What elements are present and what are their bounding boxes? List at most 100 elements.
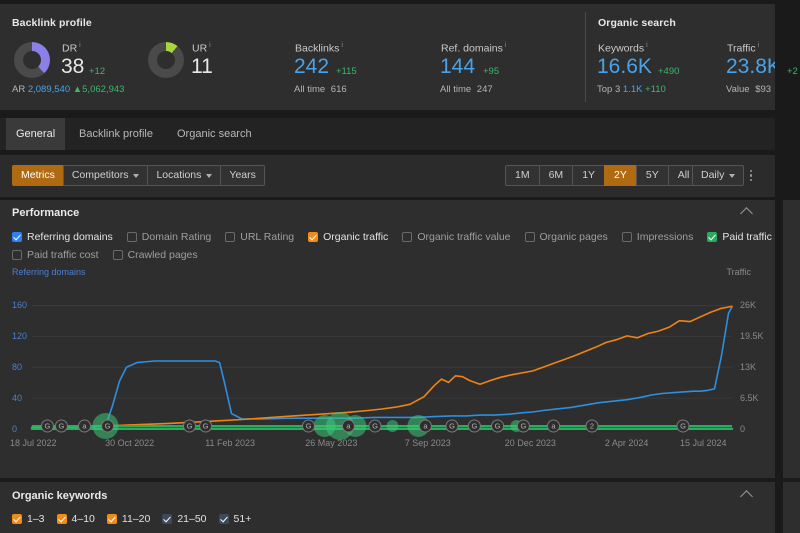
svg-text:2: 2 [590,422,594,431]
checkbox-icon [621,232,632,242]
keyword-checkbox-51[interactable]: 51+ [218,510,251,528]
checkbox-icon [56,514,67,524]
chevron-down-icon [206,173,213,178]
range-button-2y-label: 2Y [614,169,627,181]
traffic-value: 23.8K [726,55,781,78]
x-axis-tick: 15 Jul 2024 [680,438,727,448]
section-tabs: General Backlink profile Organic search [0,118,775,150]
metric-checkbox-organic-traffic-value[interactable]: Organic traffic value [402,228,511,246]
ar-value: 2,089,540 [27,84,71,95]
ref-domains-value: 144 [440,55,476,78]
chevron-down-icon [133,173,140,178]
date-range-button-group: 1M 6M 1Y 2Y 5Y All [505,165,700,186]
svg-text:G: G [680,422,686,431]
x-axis-tick: 18 Jul 2022 [10,438,57,448]
filter-button-metrics-label: Metrics [21,169,55,181]
ahrefs-rank: AR 2,089,540 ▲5,062,943 [12,84,125,95]
metric-checkbox-organic-pages[interactable]: Organic pages [524,228,608,246]
section-divider [585,12,586,102]
x-axis-tick: 26 May 2023 [305,438,358,448]
range-button-1m[interactable]: 1M [505,165,540,186]
dr-delta: +12 [89,66,106,77]
metric-checkbox-organic-traffic[interactable]: Organic traffic [308,228,388,246]
granularity-label: Daily [701,169,725,181]
ur-label: UR i [192,42,211,55]
ur-value: 11 [191,55,213,78]
svg-text:G: G [520,422,526,431]
keyword-checkbox-1-3[interactable]: 1–3 [12,510,45,528]
range-button-1y[interactable]: 1Y [572,165,606,186]
tab-backlink-profile[interactable]: Backlink profile [69,118,163,150]
checkbox-label: Referring domains [27,231,113,243]
ahrefs-site-explorer-overview: Backlink profile DR i 38 +12 AR 2,089,540… [0,0,800,533]
right-axis-tick: 26K [740,300,757,311]
checkbox-icon [524,232,535,242]
backlinks-label: Backlinks i [295,42,343,55]
chevron-down-icon [729,173,736,178]
range-button-5y[interactable]: 5Y [635,165,669,186]
checkbox-label: 11–20 [121,513,151,525]
performance-title: Performance [12,207,80,219]
tab-general[interactable]: General [6,118,66,150]
x-axis-tick: 30 Oct 2022 [105,438,155,448]
svg-text:G: G [44,422,50,431]
keyword-checkbox-21-50[interactable]: 21–50 [162,510,207,528]
ref-domains-delta: +95 [483,66,500,77]
x-axis-tick: 7 Sep 2023 [404,438,451,448]
filter-button-competitors[interactable]: Competitors [62,165,149,186]
checkbox-label: 1–3 [27,513,45,525]
left-axis-tick: 40 [12,393,23,404]
ref-domains-alltime: All time 247 [440,84,493,95]
checkbox-label: Paid traffic cost [27,249,99,261]
more-options-button[interactable] [744,165,758,186]
range-button-1m-label: 1M [515,169,530,181]
left-axis-tick: 120 [12,331,28,342]
left-axis-tick: 80 [12,362,23,373]
url-rating-donut [148,42,184,78]
metric-checkbox-domain-rating[interactable]: Domain Rating [126,228,211,246]
filter-button-group: Metrics Competitors Locations Years [12,165,265,186]
checkbox-icon [12,514,22,524]
metric-checkbox-paid-traffic-cost[interactable]: Paid traffic cost [12,246,99,264]
metric-checkbox-url-rating[interactable]: URL Rating [225,228,294,246]
collapse-chevron-up-icon[interactable] [740,207,753,220]
granularity-dropdown[interactable]: Daily [692,165,745,186]
backlinks-delta: +115 [336,66,357,77]
x-axis-tick: 2 Apr 2024 [604,438,649,448]
svg-text:G: G [187,422,193,431]
keywords-top3: Top 3 1.1K +110 [597,84,666,95]
checkbox-icon [12,250,22,260]
keyword-checkbox-4-10[interactable]: 4–10 [56,510,95,528]
range-button-2y[interactable]: 2Y [604,165,637,186]
metric-checkbox-paid-traffic[interactable]: Paid traffic [707,228,772,246]
checkbox-icon [225,232,236,242]
keywords-value: 16.6K [597,55,652,78]
checkbox-label: Organic traffic value [417,231,511,243]
svg-text:G: G [203,422,209,431]
performance-metric-checkboxes: Referring domains Domain Rating URL Rating… [0,226,775,264]
traffic-delta: +2 [787,66,798,77]
range-button-all-label: All [677,169,690,181]
filter-button-metrics[interactable]: Metrics [12,165,64,186]
right-axis-tick: 6.5K [740,393,759,404]
checkbox-icon [162,514,173,524]
checkbox-label: Impressions [636,231,694,243]
range-button-6m[interactable]: 6M [538,165,574,186]
metric-checkbox-impressions[interactable]: Impressions [621,228,694,246]
checkbox-icon [112,250,123,260]
ar-delta: ▲5,062,943 [72,84,125,95]
metric-checkbox-crawled-pages[interactable]: Crawled pages [112,246,198,264]
keyword-checkbox-11-20[interactable]: 11–20 [106,510,151,528]
filter-button-years[interactable]: Years [220,165,265,186]
collapse-chevron-up-icon-2[interactable] [740,490,753,503]
checkbox-icon [218,514,229,524]
tab-organic-search[interactable]: Organic search [167,118,262,150]
organic-keywords-title: Organic keywords [12,490,108,502]
metric-checkbox-referring-domains[interactable]: Referring domains [12,228,113,246]
filter-button-locations[interactable]: Locations [147,165,222,186]
range-button-5y-label: 5Y [645,169,659,181]
keywords-delta: +490 [658,66,680,77]
svg-text:G: G [372,422,378,431]
keywords-label: Keywords i [598,42,648,55]
svg-text:G: G [58,422,64,431]
